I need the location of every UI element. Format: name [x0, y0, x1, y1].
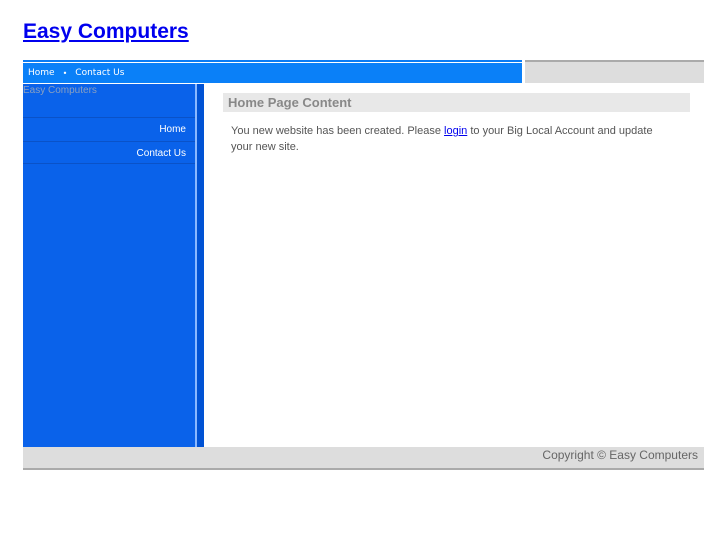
sidebar-item-contact[interactable]: Contact Us	[23, 141, 195, 164]
content-text: You new website has been created. Please…	[231, 123, 671, 155]
top-gray-bar	[525, 60, 704, 83]
sidebar-edge	[197, 84, 204, 447]
sidebar-item-home[interactable]: Home	[23, 117, 195, 140]
footer-copyright: Copyright © Easy Computers	[23, 447, 704, 468]
top-nav-contact[interactable]: Contact Us	[75, 68, 124, 78]
login-link[interactable]: login	[444, 125, 467, 137]
sidebar-brand: Easy Computers	[23, 85, 97, 96]
nav-separator: •	[62, 68, 68, 78]
site-title-link[interactable]: Easy Computers	[23, 20, 189, 44]
text-before: You new website has been created. Please	[231, 125, 445, 137]
top-nav: Home • Contact Us	[23, 63, 522, 83]
page-heading: Home Page Content	[223, 93, 690, 112]
top-nav-home[interactable]: Home	[28, 68, 55, 78]
footer-line	[23, 468, 704, 470]
top-line	[23, 60, 522, 62]
